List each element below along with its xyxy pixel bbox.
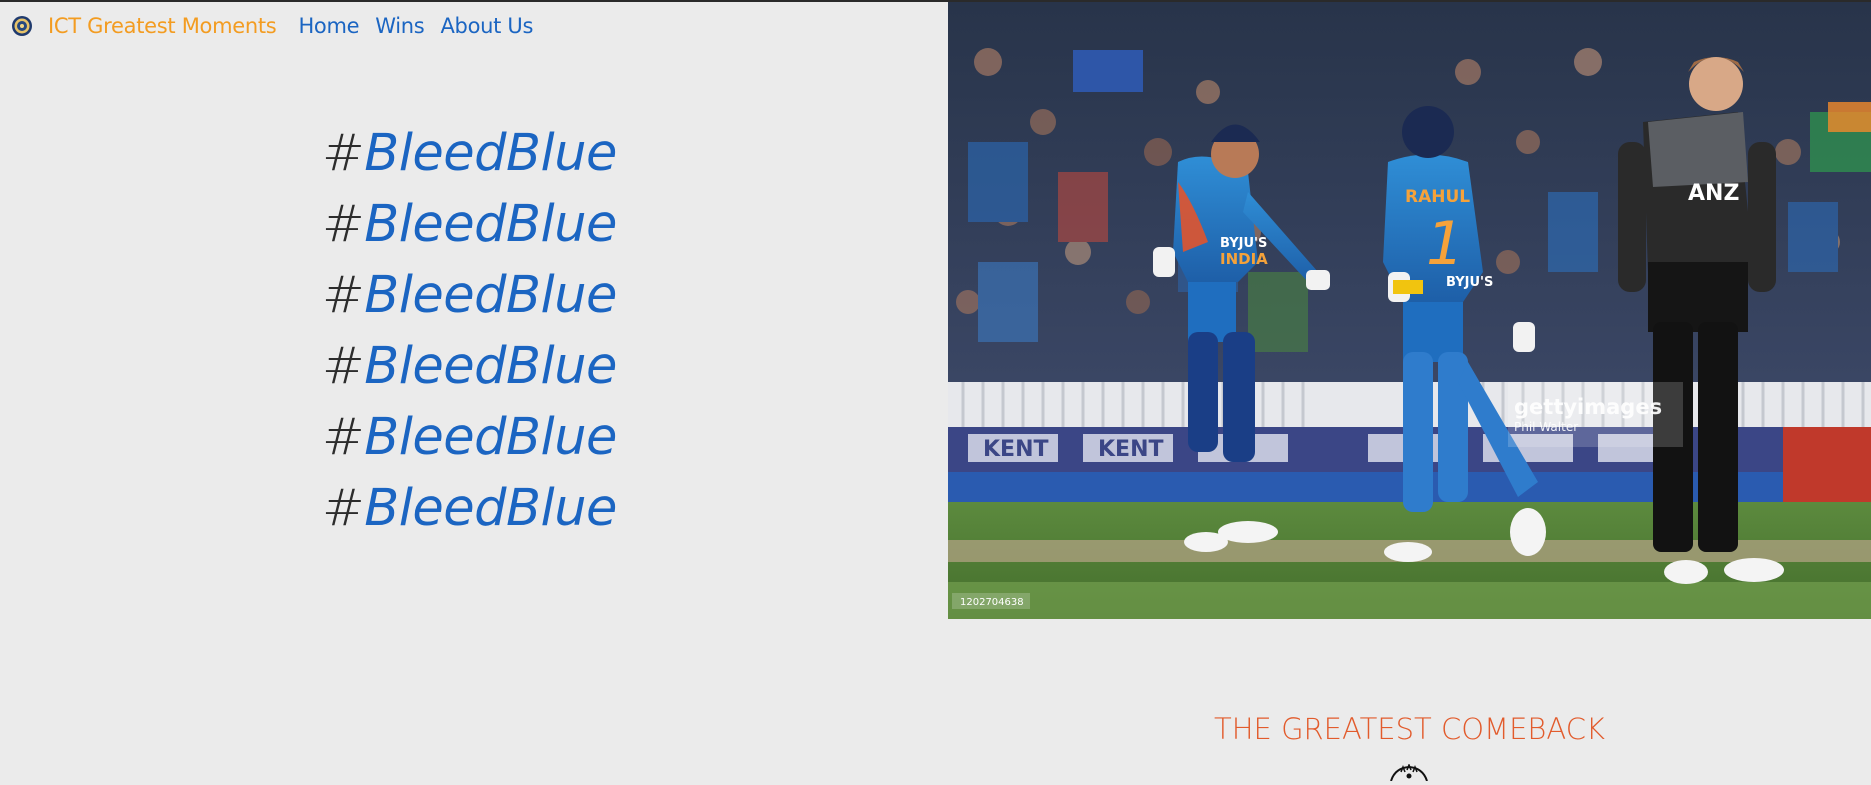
trophy-icon	[1387, 762, 1431, 782]
hashtag-symbol: #	[322, 408, 365, 467]
board-text: KENT	[983, 437, 1049, 462]
player-one-team: INDIA	[1220, 250, 1268, 268]
hashtag-symbol: #	[322, 266, 365, 325]
hashtag-blue: Blue	[506, 124, 617, 183]
hashtag-bleed: Bleed	[364, 195, 507, 254]
watermark-brand: gettyimages	[1514, 395, 1662, 419]
hashtag-bleed: Bleed	[364, 337, 507, 396]
hashtag-bleed: Bleed	[364, 408, 507, 467]
brand-link[interactable]: ICT Greatest Moments	[48, 14, 277, 38]
player-two-name: RAHUL	[1405, 187, 1470, 207]
nav-about-link[interactable]: About Us	[440, 14, 533, 38]
hashtag-blue: Blue	[506, 408, 617, 467]
hashtag-line: #BleedBlue	[322, 118, 617, 189]
hashtag-line: #BleedBlue	[322, 260, 617, 331]
section-title: THE GREATEST COMEBACK	[1214, 712, 1605, 746]
hashtag-list: #BleedBlue #BleedBlue #BleedBlue #BleedB…	[322, 118, 617, 544]
hashtag-line: #BleedBlue	[322, 473, 617, 544]
hashtag-bleed: Bleed	[364, 479, 507, 538]
hashtag-blue: Blue	[506, 266, 617, 325]
opponent-sponsor: ANZ	[1688, 181, 1739, 206]
hashtag-bleed: Bleed	[364, 124, 507, 183]
hashtag-blue: Blue	[506, 337, 617, 396]
hashtag-blue: Blue	[506, 479, 617, 538]
hashtag-line: #BleedBlue	[322, 331, 617, 402]
nav-wins-link[interactable]: Wins	[375, 14, 425, 38]
hashtag-symbol: #	[322, 195, 365, 254]
hashtag-blue: Blue	[506, 195, 617, 254]
navbar: ICT Greatest Moments Home Wins About Us	[0, 2, 533, 50]
board-text: KENT	[1098, 437, 1164, 462]
image-id-label: 1202704638	[960, 597, 1024, 608]
hashtag-symbol: #	[322, 337, 365, 396]
hashtag-symbol: #	[322, 124, 365, 183]
hashtag-symbol: #	[322, 479, 365, 538]
nav-home-link[interactable]: Home	[298, 14, 359, 38]
hashtag-line: #BleedBlue	[322, 402, 617, 473]
hero-photo: KENT KENT BYJU'S INDIA RAHUL 1 BYJU'S AN…	[948, 2, 1871, 619]
hashtag-bleed: Bleed	[364, 266, 507, 325]
player-two-number: 1	[1426, 209, 1464, 279]
player-one-sponsor: BYJU'S	[1220, 236, 1267, 251]
bcci-logo-icon[interactable]	[11, 15, 33, 37]
hashtag-line: #BleedBlue	[322, 189, 617, 260]
watermark-credit: Phil Walter	[1514, 420, 1578, 434]
player-two-sponsor: BYJU'S	[1446, 275, 1493, 290]
